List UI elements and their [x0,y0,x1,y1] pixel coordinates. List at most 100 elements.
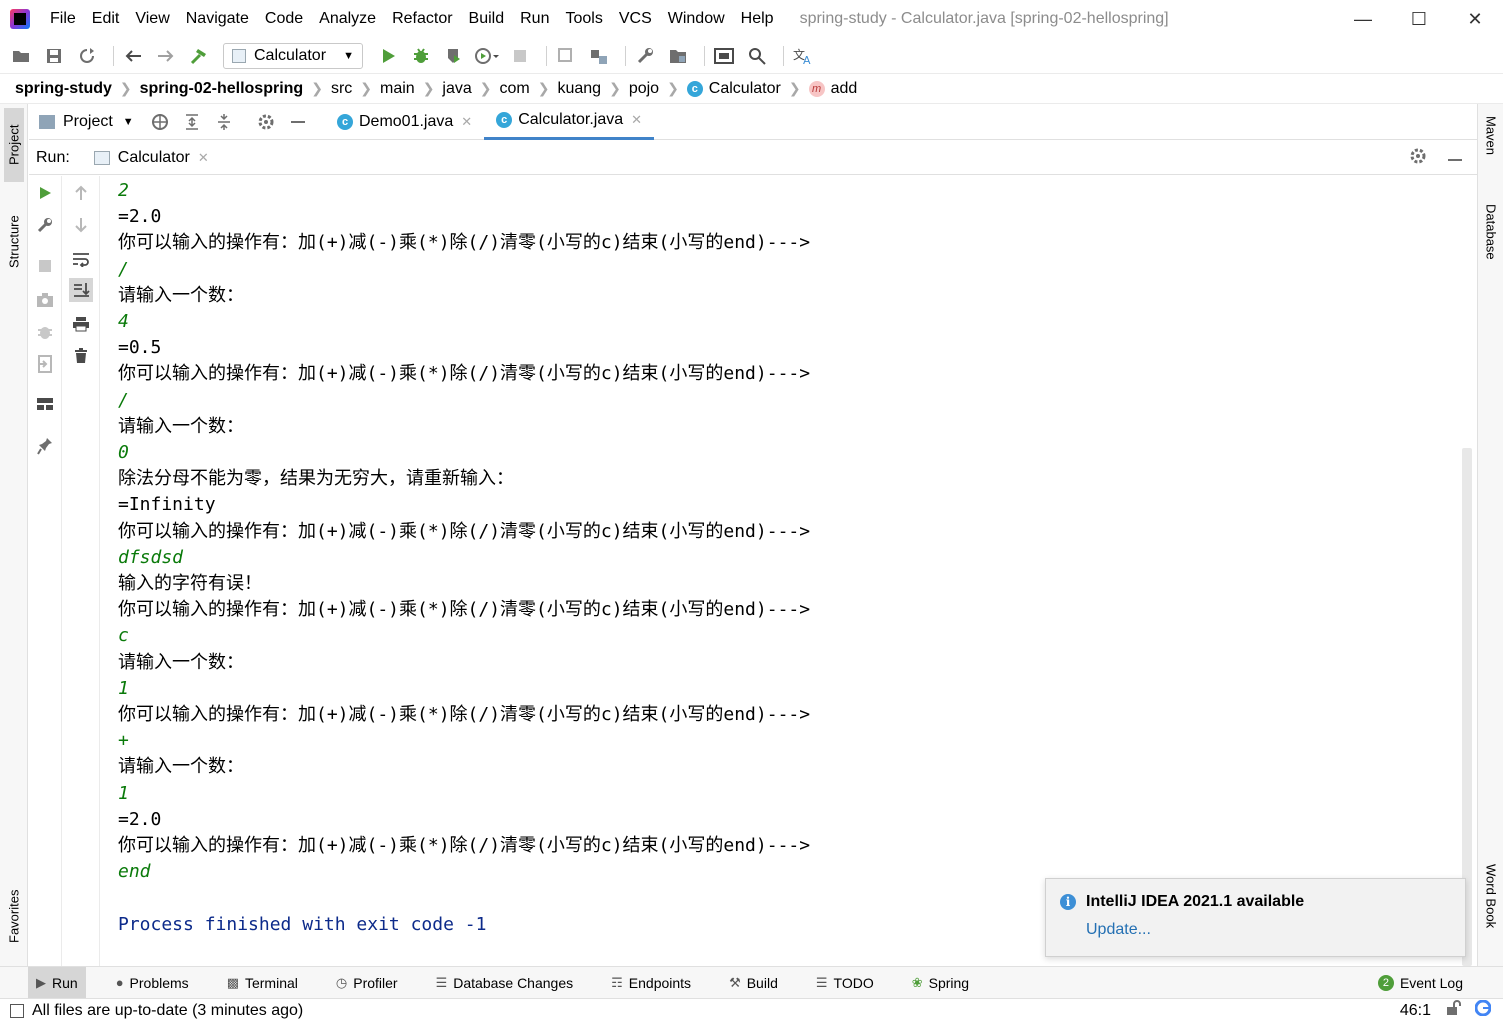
structure-tool-button[interactable]: Structure [4,200,24,284]
debug-icon[interactable] [408,43,434,69]
favorites-tool-button[interactable]: Favorites [4,874,24,958]
breadcrumb-method[interactable]: m add [808,80,857,98]
event-log-tool-tab[interactable]: 2 Event Log [1377,974,1463,991]
translate-icon[interactable]: 文A [790,43,816,69]
menu-vcs[interactable]: VCS [611,0,660,38]
exit-icon[interactable] [33,352,57,376]
breadcrumb-java[interactable]: java [442,80,471,98]
menu-navigate[interactable]: Navigate [178,0,257,38]
word-book-tool-button[interactable]: Word Book [1481,864,1501,958]
maven-tool-button[interactable]: Maven [1481,116,1501,186]
tab-demo01[interactable]: c Demo01.java ✕ [325,104,484,140]
profiler-tool-tab[interactable]: ◷ Profiler [328,967,406,999]
database-changes-tool-label: Database Changes [453,974,574,991]
breadcrumb-src[interactable]: src [331,80,352,98]
toolbar-separator [113,45,114,66]
breadcrumb-main[interactable]: main [380,80,415,98]
build-tool-tab[interactable]: ⚒ Build [721,967,786,999]
database-tool-button[interactable]: Database [1481,204,1501,288]
menu-tools[interactable]: Tools [557,0,610,38]
hide-panel-icon[interactable] [285,109,311,135]
menu-analyze[interactable]: Analyze [311,0,384,38]
minimize-icon[interactable]: — [1335,0,1391,38]
tab-calculator[interactable]: c Calculator.java ✕ [484,103,655,140]
console-output[interactable]: 2 =2.0 你可以输入的操作有：加(+)减(-)乘(*)除(/)清零(小写的c)结… [101,178,1461,966]
back-arrow-icon[interactable] [120,43,146,69]
menu-refactor[interactable]: Refactor [384,0,460,38]
endpoints-tool-tab[interactable]: ☶ Endpoints [603,967,699,999]
scroll-up-icon[interactable] [69,181,93,205]
toggle-tool-windows-icon[interactable] [10,1003,24,1018]
run-with-coverage-icon[interactable] [441,43,467,69]
profile-icon[interactable] [474,43,500,69]
problems-tool-tab[interactable]: ● Problems [108,967,197,999]
hide-panel-icon[interactable] [1447,149,1463,166]
run-tab-calculator[interactable]: Calculator ✕ [93,149,209,167]
lock-icon[interactable] [1445,1000,1461,1021]
build-hammer-icon[interactable] [186,43,212,69]
menu-window[interactable]: Window [660,0,733,38]
print-icon[interactable] [69,312,93,336]
menu-file[interactable]: File [42,0,84,38]
soft-wrap-icon[interactable] [69,247,93,271]
trash-icon[interactable] [69,344,93,368]
update-link[interactable]: Update... [1086,921,1151,939]
breadcrumb-pojo[interactable]: pojo [629,80,659,98]
close-icon[interactable]: ✕ [1447,0,1503,38]
close-tab-icon[interactable]: ✕ [198,150,209,166]
project-view-select[interactable]: Project ▼ [29,113,141,131]
project-tool-button[interactable]: Project [4,108,24,182]
locate-target-icon[interactable] [147,109,173,135]
toolbar-separator [783,45,784,66]
camera-icon[interactable] [33,288,57,312]
save-icon[interactable] [41,43,67,69]
breadcrumb-kuang[interactable]: kuang [557,80,601,98]
scroll-down-icon[interactable] [69,213,93,237]
modify-config-wrench-icon[interactable] [33,213,57,237]
todo-tool-tab[interactable]: ☰ TODO [808,967,882,999]
database-changes-tool-tab[interactable]: ☰ Database Changes [428,967,582,999]
stop-icon[interactable] [507,43,533,69]
close-tab-icon[interactable]: ✕ [461,114,472,130]
project-structure-icon[interactable] [586,43,612,69]
menu-run[interactable]: Run [512,0,557,38]
console-input-line: 2 [118,180,129,201]
menu-view[interactable]: View [127,0,177,38]
menu-help[interactable]: Help [733,0,782,38]
scroll-to-end-icon[interactable] [69,278,93,302]
open-folder-icon[interactable] [8,43,34,69]
tab-demo01-label: Demo01.java [359,112,454,130]
sync-icon[interactable] [74,43,100,69]
breadcrumb-module[interactable]: spring-02-hellospring [140,80,304,98]
run-tool-tab[interactable]: ▶ Run [28,966,86,999]
breadcrumb-project[interactable]: spring-study [15,80,112,98]
menu-build[interactable]: Build [461,0,513,38]
attach-debugger-icon[interactable] [553,43,579,69]
forward-arrow-icon[interactable] [153,43,179,69]
collapse-all-icon[interactable] [211,109,237,135]
menu-edit[interactable]: Edit [84,0,128,38]
close-tab-icon[interactable]: ✕ [631,112,642,128]
gear-icon[interactable] [253,109,279,135]
maximize-icon[interactable]: ☐ [1391,0,1447,38]
layout-icon[interactable] [33,392,57,416]
spring-tool-tab[interactable]: ❀ Spring [904,967,977,999]
menu-code[interactable]: Code [257,0,311,38]
google-translate-icon[interactable] [1474,999,1492,1021]
breadcrumb-com[interactable]: com [500,80,530,98]
run-configuration-select[interactable]: Calculator ▼ [223,42,363,69]
breadcrumb-class[interactable]: c Calculator [686,80,781,98]
expand-all-icon[interactable] [179,109,205,135]
run-icon[interactable] [375,43,401,69]
presentation-icon[interactable] [711,43,737,69]
search-icon[interactable] [744,43,770,69]
stop-icon[interactable] [33,254,57,278]
pin-icon[interactable] [33,434,57,458]
debug-restore-icon[interactable] [33,320,57,344]
settings-wrench-icon[interactable] [632,43,658,69]
sdk-folder-icon[interactable] [665,43,691,69]
caret-position[interactable]: 46:1 [1400,1002,1431,1020]
rerun-icon[interactable] [33,181,57,205]
gear-icon[interactable] [1409,147,1427,169]
terminal-tool-tab[interactable]: ▩ Terminal [219,967,306,999]
